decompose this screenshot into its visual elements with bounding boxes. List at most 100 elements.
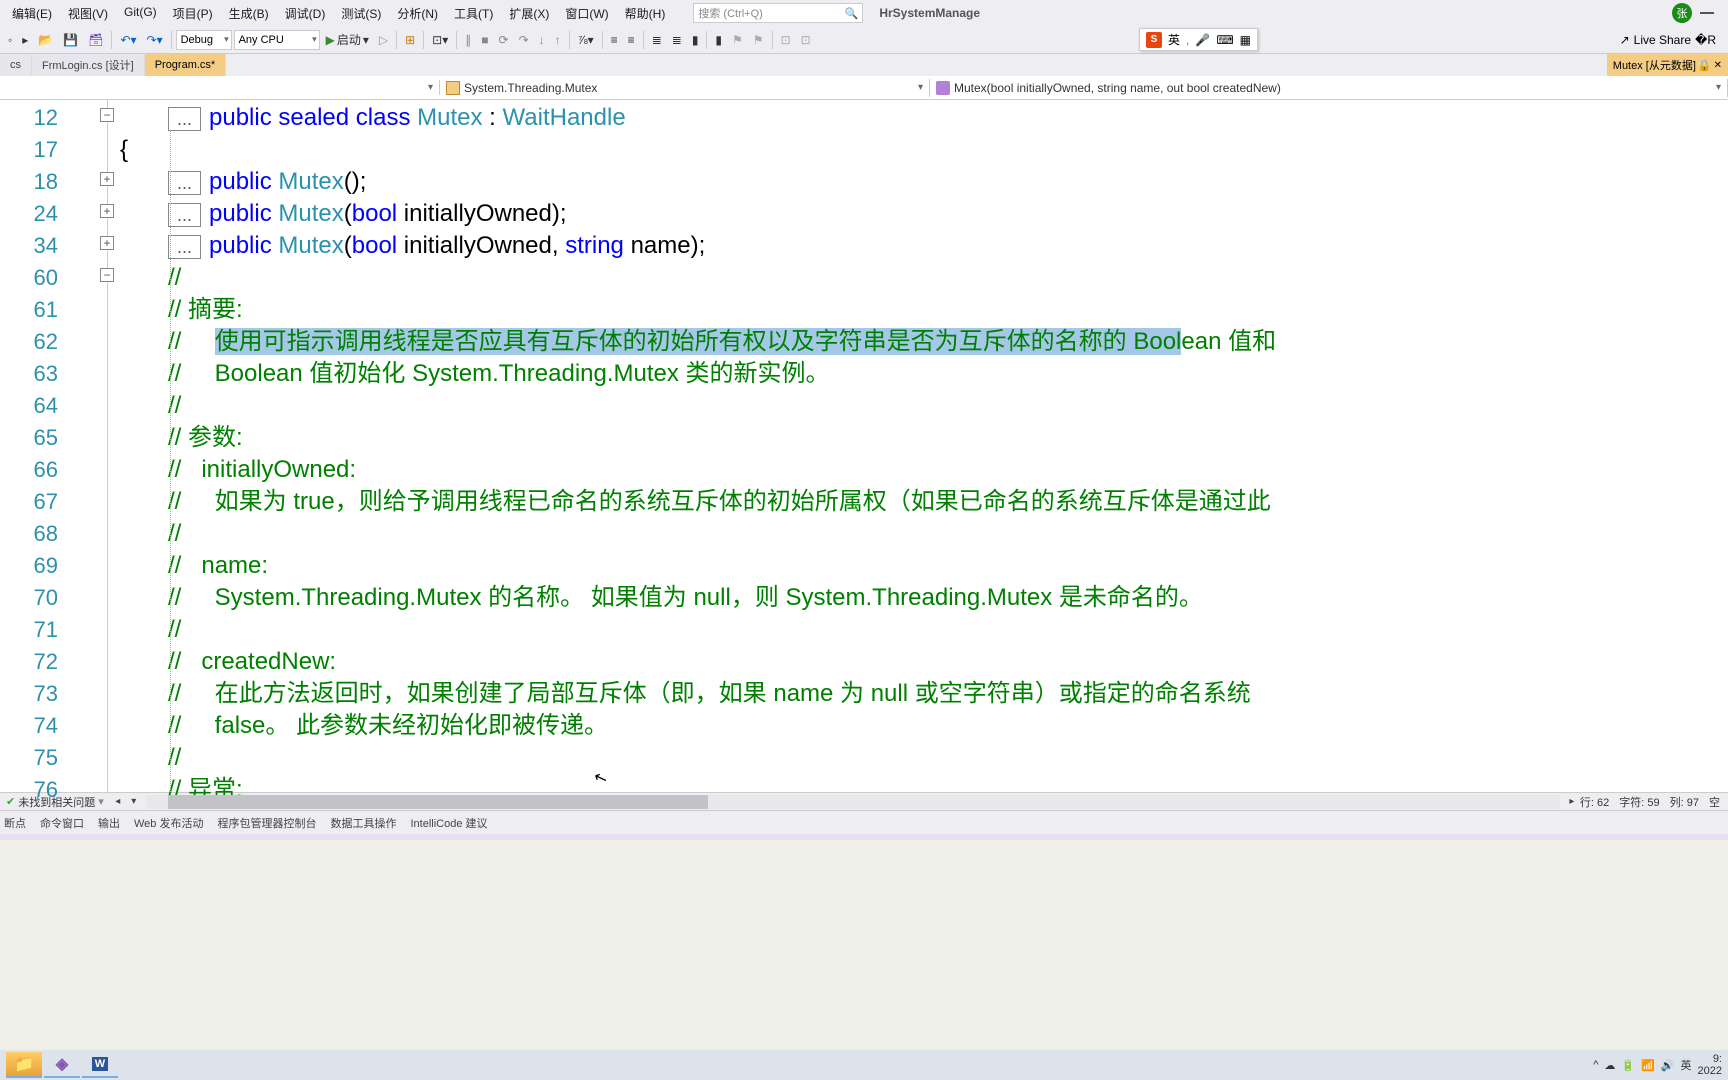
nav-class[interactable]: System.Threading.Mutex [440,79,930,97]
tb-icon-6[interactable]: ⊡ [777,31,795,49]
fold-stub[interactable]: ... [168,171,201,195]
code-line[interactable]: { [168,134,1276,166]
pause-icon[interactable]: ∥ [461,31,475,49]
code-line[interactable]: // 在此方法返回时，如果创建了局部互斥体（即，如果 name 为 null 或… [168,678,1276,710]
fold-stub[interactable]: ... [168,107,201,131]
menu-item[interactable]: 编辑(E) [4,1,60,26]
ime-grid-icon[interactable]: ▦ [1240,33,1251,47]
restart-icon[interactable]: ⟳ [495,31,513,49]
document-tab[interactable]: FrmLogin.cs [设计] [32,54,145,76]
tool-tab[interactable]: Web 发布活动 [134,815,203,831]
scroll-jump-left-btn[interactable]: ▾ [126,796,142,807]
code-line[interactable]: // createdNew: [168,646,1276,678]
menu-item[interactable]: Git(G) [116,1,165,26]
menu-item[interactable]: 窗口(W) [557,1,616,26]
outdent-icon[interactable]: ≡ [624,31,639,49]
menu-item[interactable]: 视图(V) [60,1,116,26]
code-line[interactable]: // System.Threading.Mutex 的名称。 如果值为 null… [168,582,1276,614]
menu-item[interactable]: 生成(B) [221,1,277,26]
nav-member[interactable]: Mutex(bool initiallyOwned, string name, … [930,79,1728,97]
code-line[interactable]: // [168,262,1276,294]
code-line[interactable]: ...public Mutex(bool initiallyOwned, str… [168,230,1276,262]
tool-tab[interactable]: IntelliCode 建议 [410,815,487,831]
tray-battery-icon[interactable]: 🔋 [1621,1059,1635,1072]
document-tab[interactable]: cs [0,54,32,76]
platform-dropdown[interactable]: Any CPU [234,30,320,50]
code-line[interactable]: // Boolean 值初始化 System.Threading.Mutex 类… [168,358,1276,390]
menu-item[interactable]: 工具(T) [446,1,501,26]
config-dropdown[interactable]: Debug [176,30,232,50]
tool-tab[interactable]: 程序包管理器控制台 [217,815,316,831]
stop-icon[interactable]: ■ [477,31,492,49]
code-line[interactable]: // initiallyOwned: [168,454,1276,486]
tray-wifi-icon[interactable]: 📶 [1641,1059,1655,1072]
step-out-icon[interactable]: ↑ [551,31,565,49]
code-content[interactable]: ...public sealed class Mutex : WaitHandl… [92,100,1276,792]
code-line[interactable]: // 使用可指示调用线程是否应具有互斥体的初始所有权以及字符串是否为互斥体的名称… [168,326,1276,358]
tray-volume-icon[interactable]: 🔊 [1661,1059,1675,1072]
step-over-icon[interactable]: ↷ [515,31,533,49]
fold-stub[interactable]: ... [168,203,201,227]
code-line[interactable]: // name: [168,550,1276,582]
ime-mic-icon[interactable]: 🎤 [1195,33,1210,47]
ime-keyboard-icon[interactable]: ⌨ [1216,33,1233,47]
close-icon[interactable]: ✕ [1714,60,1722,71]
menu-item[interactable]: 测试(S) [333,1,389,26]
visual-studio-app[interactable]: ◈ [44,1052,80,1078]
tool-tab[interactable]: 输出 [98,815,120,831]
step-btn[interactable]: ▷ [375,31,392,49]
code-line[interactable]: // [168,518,1276,550]
code-line[interactable]: // [168,614,1276,646]
scroll-left-btn[interactable]: ◂ [110,796,126,807]
tool-tab[interactable]: 命令窗口 [40,815,84,831]
code-line[interactable]: ...public Mutex(); [168,166,1276,198]
tray-onedrive-icon[interactable]: ☁ [1604,1059,1615,1072]
code-line[interactable]: // false。 此参数未经初始化即被传递。 [168,710,1276,742]
code-line[interactable]: // [168,742,1276,774]
tb-icon-2[interactable]: ⊡▾ [428,31,452,49]
menu-item[interactable]: 帮助(H) [617,1,674,26]
fold-toggle[interactable]: − [100,268,114,282]
tb-icon-3[interactable]: ⅞▾ [574,31,598,49]
redo-btn[interactable]: ↷▾ [143,31,167,49]
fold-toggle[interactable]: + [100,236,114,250]
avatar[interactable]: 张 [1672,3,1692,23]
start-button[interactable]: ▶启动 ▾ [322,29,373,50]
tray-chevron-icon[interactable]: ^ [1593,1059,1598,1071]
fold-stub[interactable]: ... [168,235,201,259]
document-tab[interactable]: Program.cs* [145,54,227,76]
live-share-button[interactable]: ↗ Live Share �R [1620,33,1724,47]
code-line[interactable]: ...public Mutex(bool initiallyOwned); [168,198,1276,230]
step-into-icon[interactable]: ↓ [535,31,549,49]
code-line[interactable]: // [168,390,1276,422]
bookmark-icon[interactable]: ▮ [688,31,703,49]
scroll-right-btn[interactable]: ▸ [1564,796,1580,807]
tb-icon-7[interactable]: ⊡ [797,31,815,49]
code-line[interactable]: ...public sealed class Mutex : WaitHandl… [168,102,1276,134]
menu-item[interactable]: 调试(D) [277,1,334,26]
save-btn[interactable]: 💾 [59,31,82,49]
system-tray[interactable]: ^ ☁ 🔋 📶 🔊 英 9: 2022 [1593,1053,1722,1077]
hscroll-track[interactable] [146,795,1560,809]
indent-icon[interactable]: ≡ [607,31,622,49]
metadata-tag[interactable]: Mutex [从元数据] 🔒 ✕ [1607,54,1728,76]
menu-item[interactable]: 项目(P) [165,1,221,26]
hscroll-thumb[interactable] [168,795,708,809]
word-app[interactable]: W [82,1052,118,1078]
menu-item[interactable]: 扩展(X) [501,1,557,26]
search-box[interactable]: 搜索 (Ctrl+Q) 🔍 [693,3,863,23]
code-line[interactable]: // 参数: [168,422,1276,454]
tb-icon-5[interactable]: ⚑ [749,31,768,49]
file-explorer-app[interactable]: 📁 [6,1052,42,1078]
fold-toggle[interactable]: + [100,204,114,218]
menu-item[interactable]: 分析(N) [389,1,446,26]
minimize-icon[interactable] [1700,12,1714,14]
saveall-btn[interactable]: 🗃 [84,31,107,49]
code-line[interactable]: // 如果为 true，则给予调用线程已命名的系统互斥体的初始所属权（如果已命名… [168,486,1276,518]
tool-tab[interactable]: 数据工具操作 [330,815,396,831]
new-btn[interactable]: ▸ [18,31,32,49]
ime-toolbar[interactable]: S 英 , 🎤 ⌨ ▦ [1139,28,1258,51]
code-editor[interactable]: 1217182434606162636465666768697071727374… [0,100,1728,792]
tb-icon-4[interactable]: ⚑ [728,31,747,49]
comment-icon[interactable]: ≣ [648,31,666,49]
